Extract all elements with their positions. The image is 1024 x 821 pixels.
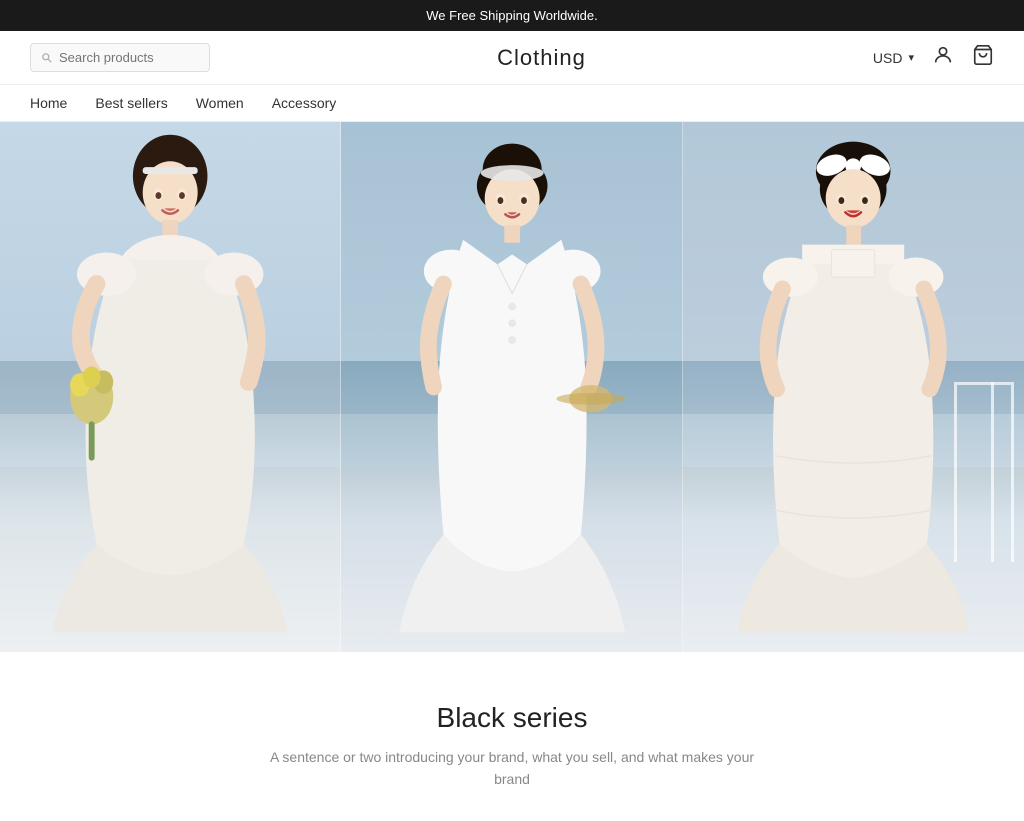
nav-home[interactable]: Home [30, 95, 67, 111]
section-subtitle: A sentence or two introducing your brand… [262, 746, 762, 791]
promo-banner: We Free Shipping Worldwide. [0, 0, 1024, 31]
cart-icon[interactable] [972, 44, 994, 71]
model-figure-3 [683, 122, 1024, 652]
hero-panel-1 [0, 122, 341, 652]
currency-selector[interactable]: USD ▾ [873, 50, 914, 66]
hero-panel-3 [683, 122, 1024, 652]
currency-label: USD [873, 50, 903, 66]
site-header: Clothing USD ▾ [0, 31, 1024, 85]
nav-accessory[interactable]: Accessory [272, 95, 337, 111]
search-box[interactable] [30, 43, 210, 72]
account-icon[interactable] [932, 44, 954, 71]
section-title: Black series [30, 702, 994, 734]
model-figure-2 [341, 122, 682, 652]
nav-best-sellers[interactable]: Best sellers [95, 95, 167, 111]
promo-text: We Free Shipping Worldwide. [426, 8, 598, 23]
nav-women[interactable]: Women [196, 95, 244, 111]
hero-panel-2 [341, 122, 682, 652]
featured-section: Black series A sentence or two introduci… [0, 652, 1024, 821]
main-nav: Home Best sellers Women Accessory [0, 85, 1024, 122]
site-logo[interactable]: Clothing [497, 45, 586, 71]
currency-chevron-icon: ▾ [908, 51, 914, 64]
header-actions: USD ▾ [873, 44, 994, 71]
search-input[interactable] [59, 50, 199, 65]
model-figure-1 [0, 122, 341, 652]
hero-section [0, 122, 1024, 652]
search-icon [41, 51, 53, 65]
